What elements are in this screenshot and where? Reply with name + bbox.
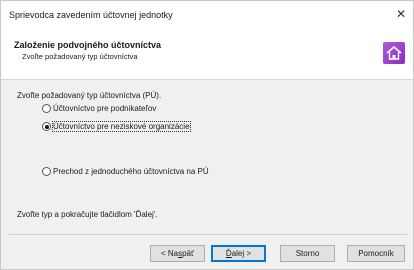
radio-button[interactable]: [42, 104, 51, 113]
close-icon: ✕: [395, 7, 407, 21]
prompt-text: Zvoľte požadovaný typ účtovníctva (PÚ).: [17, 91, 162, 100]
option-neziskove[interactable]: Účtovníctvo pre neziskové organizácie: [42, 121, 191, 132]
option-label: Účtovníctvo pre podnikateľov: [53, 104, 157, 113]
next-button[interactable]: Ďalej >: [211, 245, 266, 262]
back-button[interactable]: < Na s päť: [150, 245, 205, 262]
option-prechod[interactable]: Prechod z jednoduchého účtovníctva na PÚ: [42, 167, 209, 176]
option-label: Účtovníctvo pre neziskové organizácie: [52, 121, 191, 132]
window-title: Sprievodca zavedením účtovnej jednotky: [9, 10, 173, 20]
title-bar: Sprievodca zavedením účtovnej jednotky ✕: [1, 1, 413, 29]
step-subtitle: Zvoľte požadovaný typ účtovníctva: [22, 52, 138, 61]
wizard-window: Sprievodca zavedením účtovnej jednotky ✕…: [0, 0, 414, 270]
radio-button[interactable]: [42, 167, 51, 176]
option-label: Prechod z jednoduchého účtovníctva na PÚ: [53, 167, 209, 176]
next-label-post: alej >: [231, 249, 252, 258]
radio-button-selected[interactable]: [42, 122, 51, 131]
house-icon: [383, 42, 405, 64]
back-label-pre: < Na: [160, 249, 179, 258]
option-podnikatelia[interactable]: Účtovníctvo pre podnikateľov: [42, 104, 156, 113]
step-title: Založenie podvojného účtovníctva: [14, 40, 162, 50]
wizard-body: Zvoľte požadovaný typ účtovníctva (PÚ). …: [1, 80, 413, 225]
instruction-text: Zvoľte typ a pokračujte tlačidlom 'Ďalej…: [17, 210, 158, 219]
back-label-post: päť: [182, 249, 195, 258]
close-button[interactable]: ✕: [389, 1, 413, 27]
help-button[interactable]: Pomocník: [347, 245, 405, 262]
wizard-header: Založenie podvojného účtovníctva Zvoľte …: [1, 29, 413, 80]
divider: [9, 234, 407, 235]
cancel-button[interactable]: Storno: [280, 245, 335, 262]
